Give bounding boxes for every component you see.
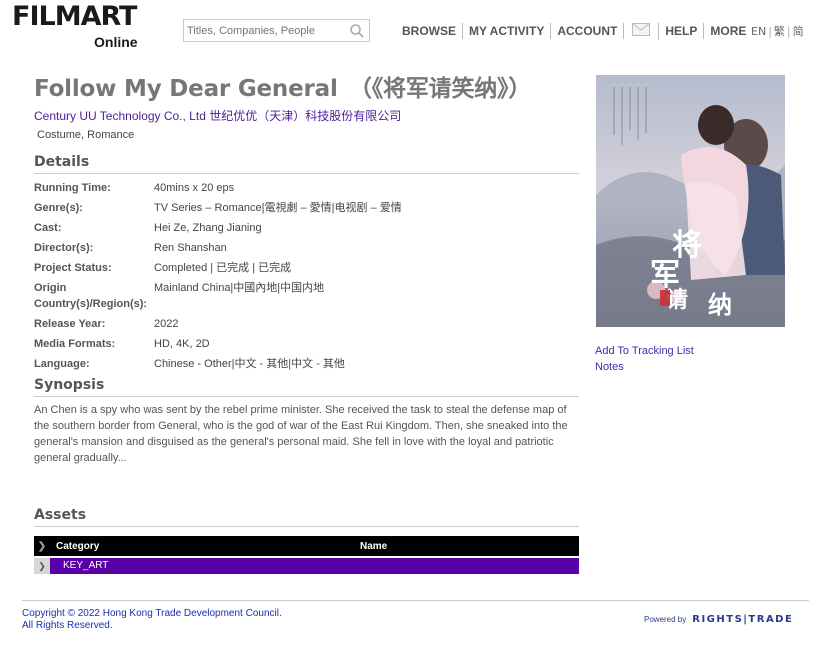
company-link[interactable]: Century UU Technology Co., Ltd 世纪优优（天津）科… [34,108,579,124]
detail-row-project-status: Project Status: Completed | 已完成 | 已完成 [34,260,579,276]
search-input[interactable] [187,23,347,38]
detail-value: Ren Shanshan [154,242,227,254]
column-header-name[interactable]: Name [360,541,579,552]
expand-row-button[interactable]: ❯ [34,558,50,574]
search-icon[interactable] [349,23,365,39]
detail-value: Chinese - Other|中文 - 其他|中文 - 其他 [154,358,345,370]
synopsis-heading: Synopsis [34,376,579,397]
mail-icon [632,22,651,40]
detail-row-language: Language: Chinese - Other|中文 - 其他|中文 - 其… [34,356,579,372]
nav-help[interactable]: HELP [659,23,705,39]
nav-my-activity[interactable]: MY ACTIVITY [463,23,552,39]
logo-sub-text: Online [94,34,138,50]
column-header-category[interactable]: Category [50,541,360,552]
filmart-logo[interactable]: FILMART Online [12,2,146,52]
detail-row-directors: Director(s): Ren Shanshan [34,240,579,256]
detail-value: Completed | 已完成 | 已完成 [154,262,292,274]
detail-value: HD, 4K, 2D [154,338,210,350]
chevron-right-icon: ❯ [37,540,47,552]
header: FILMART Online BROWSE MY ACTIVITY ACCOUN… [0,0,830,60]
footer-divider [22,600,809,601]
detail-row-origin: Origin Country(s)/Region(s): Mainland Ch… [34,280,579,312]
add-to-tracking-list-link[interactable]: Add To Tracking List [595,344,694,358]
poster-image: 将 军 请 纳 [596,75,785,327]
assets-table: ❯ Category Name ❯ KEY_ART [34,536,579,574]
details-list: Running Time: 40mins x 20 eps Genre(s): … [34,180,579,372]
nav-more[interactable]: MORE [704,23,752,39]
detail-row-media-formats: Media Formats: HD, 4K, 2D [34,336,579,352]
powered-by-label: Powered by [644,615,687,624]
copyright-line-2: All Rights Reserved. [22,620,113,631]
copyright-line-1: Copyright © 2022 Hong Kong Trade Develop… [22,608,282,619]
notes-link[interactable]: Notes [595,360,624,374]
detail-label: Origin Country(s)/Region(s): [34,282,148,310]
footer-copyright: Copyright © 2022 Hong Kong Trade Develop… [22,608,282,632]
search-box [183,19,370,42]
lang-traditional[interactable]: 繁 [774,25,785,38]
main-content: Follow My Dear General （《将军请笑纳》） Century… [34,72,579,466]
asset-category-cell[interactable]: KEY_ART [50,558,579,574]
detail-value: 40mins x 20 eps [154,182,235,194]
main-nav: BROWSE MY ACTIVITY ACCOUNT HELP MORE [396,22,752,40]
assets-table-header: ❯ Category Name [34,536,579,556]
detail-label: Director(s): [34,242,94,254]
detail-label: Project Status: [34,262,112,274]
detail-label: Media Formats: [34,338,116,350]
synopsis-text: An Chen is a spy who was sent by the reb… [34,404,568,464]
genre-tags: Costume, Romance [37,129,135,141]
table-row[interactable]: ❯ KEY_ART [34,558,579,574]
nav-account[interactable]: ACCOUNT [551,23,625,39]
detail-label: Genre(s): [34,202,83,214]
assets-heading: Assets [34,506,579,527]
lang-simplified[interactable]: 简 [793,25,804,38]
detail-row-cast: Cast: Hei Ze, Zhang Jianing [34,220,579,236]
lang-en[interactable]: EN [751,25,766,38]
detail-label: Language: [34,358,90,370]
detail-label: Running Time: [34,182,111,194]
mail-button[interactable] [624,22,660,40]
details-heading: Details [34,153,579,174]
detail-value: 2022 [154,318,179,330]
poster-title-char: 纳 [708,290,732,319]
detail-value: TV Series – Romance|電視劇 – 愛情|电视剧 – 爱情 [154,202,402,214]
detail-label: Cast: [34,222,62,234]
page-title: Follow My Dear General （《将军请笑纳》） [34,76,532,102]
rightstrade-logo: RIGHTS|TRADE [692,614,794,625]
language-switcher: EN | 繁 | 简 [751,25,804,38]
logo-main-text: FILMART [12,1,137,32]
nav-browse[interactable]: BROWSE [396,23,463,39]
detail-value: Hei Ze, Zhang Jianing [154,222,262,234]
detail-row-genres: Genre(s): TV Series – Romance|電視劇 – 愛情|电… [34,200,579,216]
detail-row-running-time: Running Time: 40mins x 20 eps [34,180,579,196]
detail-row-release-year: Release Year: 2022 [34,316,579,332]
detail-label: Release Year: [34,318,106,330]
powered-by-rightstrade[interactable]: Powered by RIGHTS|TRADE [644,614,793,625]
detail-value: Mainland China|中國內地|中国内地 [154,282,325,294]
